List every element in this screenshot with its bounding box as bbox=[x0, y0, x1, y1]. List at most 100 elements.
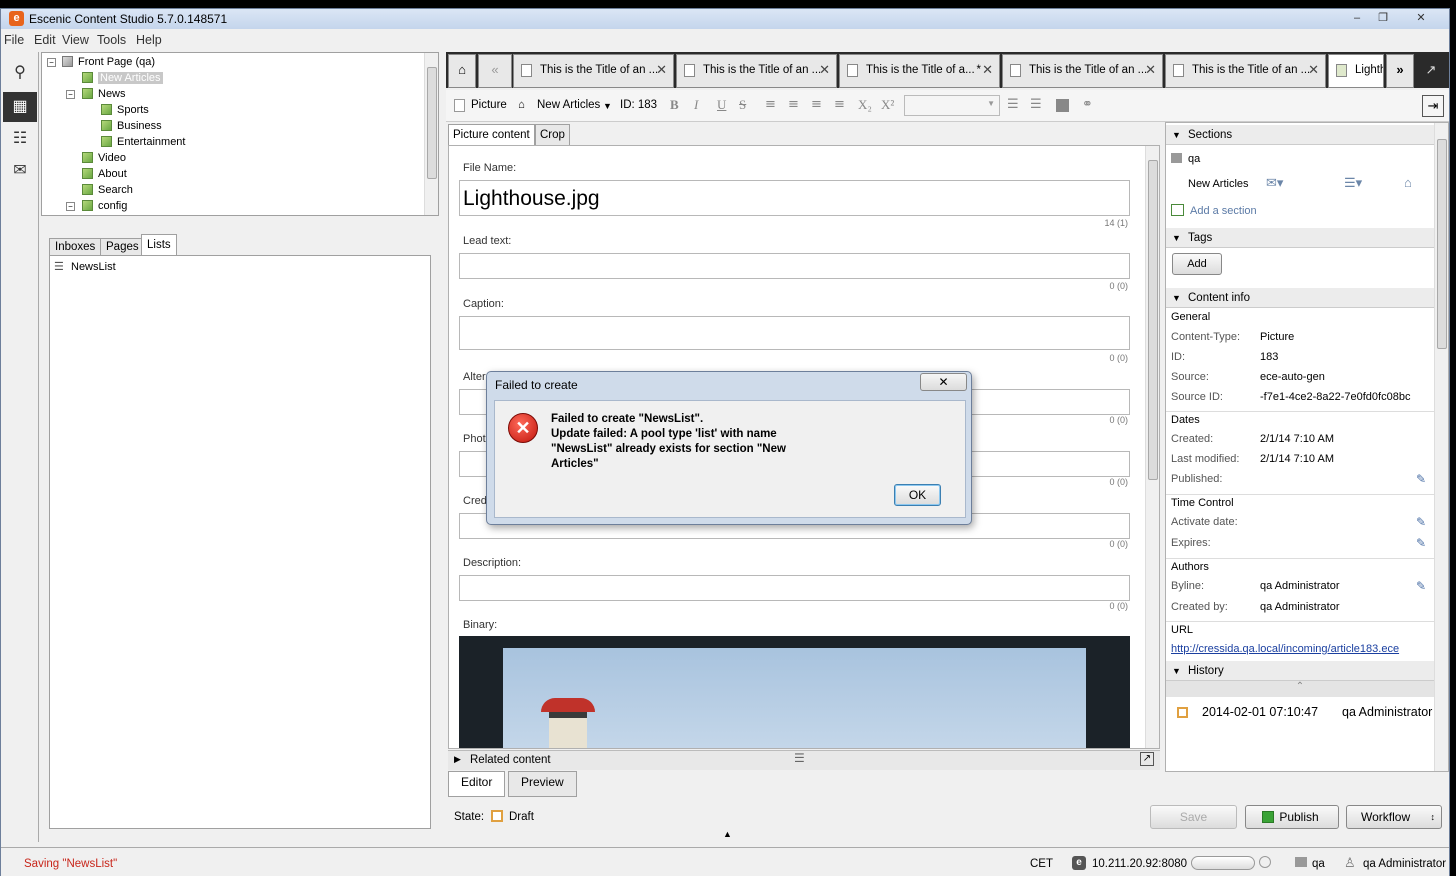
popout-icon[interactable]: ↗ bbox=[1140, 752, 1154, 766]
save-button[interactable]: Save bbox=[1150, 805, 1237, 829]
related-content-bar[interactable]: ▶ Related content ☰ ↗ bbox=[448, 750, 1160, 770]
close-tab-icon[interactable]: ✕ bbox=[656, 55, 667, 85]
document-tab[interactable]: This is the Title of an ... ✕ bbox=[1002, 54, 1163, 88]
collapse-panel-icon[interactable]: ⇥ bbox=[1422, 95, 1444, 117]
link-icon[interactable]: ⚭ bbox=[1082, 97, 1093, 112]
scroll-thumb[interactable] bbox=[1437, 139, 1447, 349]
close-tab-icon[interactable]: ✕ bbox=[819, 55, 830, 85]
mail-dropdown-icon[interactable]: ✉▾ bbox=[1266, 175, 1283, 191]
underline-button[interactable]: U bbox=[717, 97, 726, 113]
description-field[interactable] bbox=[459, 575, 1130, 601]
publish-button[interactable]: Publish bbox=[1245, 805, 1339, 829]
align-left-icon[interactable]: ≡ bbox=[765, 97, 776, 112]
sidebar-scrollbar[interactable] bbox=[1434, 123, 1448, 771]
subscript-button[interactable]: X₂ bbox=[858, 97, 872, 113]
tree-item-sports[interactable]: Sports bbox=[101, 103, 149, 117]
more-tabs-icon[interactable]: » bbox=[1386, 54, 1414, 88]
tree-item-config[interactable]: config bbox=[82, 199, 127, 213]
home-section-icon[interactable]: ⌂ bbox=[1404, 175, 1412, 190]
justify-icon[interactable]: ≡ bbox=[834, 97, 845, 112]
list-dropdown-icon[interactable]: ☰▾ bbox=[1344, 175, 1362, 191]
close-window-button[interactable]: ✕ bbox=[1409, 10, 1433, 26]
expand-up-icon[interactable]: ▲ bbox=[723, 829, 732, 839]
dialog-close-button[interactable]: ✕ bbox=[920, 373, 967, 391]
sections-header[interactable]: ▼ Sections bbox=[1166, 125, 1434, 145]
fullscreen-icon[interactable]: ↗ bbox=[1416, 54, 1446, 88]
collapse-toggle[interactable]: − bbox=[66, 90, 75, 99]
structure-icon[interactable]: ▦ bbox=[3, 92, 37, 122]
bold-button[interactable]: B bbox=[670, 97, 679, 113]
document-tab-active[interactable]: Lighth bbox=[1328, 54, 1384, 88]
section-name[interactable]: New Articles bbox=[1188, 178, 1249, 190]
menu-tools[interactable]: Tools bbox=[97, 33, 126, 47]
insert-block-icon[interactable] bbox=[1056, 99, 1069, 112]
caption-field[interactable] bbox=[459, 316, 1130, 350]
form-scrollbar[interactable] bbox=[1145, 146, 1159, 748]
document-tab[interactable]: This is the Title of an ... ✕ bbox=[513, 54, 674, 88]
tab-editor[interactable]: Editor bbox=[448, 771, 506, 797]
close-tab-icon[interactable]: ✕ bbox=[1308, 55, 1319, 85]
tab-crop[interactable]: Crop bbox=[535, 124, 570, 146]
tab-pages[interactable]: Pages bbox=[100, 238, 145, 256]
collapse-toggle[interactable]: − bbox=[66, 202, 75, 211]
chevron-down-icon[interactable]: ▼ bbox=[603, 101, 612, 111]
tree-scrollbar[interactable] bbox=[424, 53, 438, 215]
workflow-button[interactable]: Workflow ↕ bbox=[1346, 805, 1442, 829]
edit-pencil-icon[interactable]: ✎ bbox=[1416, 536, 1426, 550]
close-tab-icon[interactable]: ✕ bbox=[982, 55, 993, 85]
tree-item-search[interactable]: Search bbox=[82, 183, 133, 197]
tree-item-new-articles[interactable]: New Articles bbox=[82, 71, 163, 85]
edit-pencil-icon[interactable]: ✎ bbox=[1416, 579, 1426, 593]
minimize-button[interactable]: – bbox=[1345, 10, 1369, 26]
drag-handle-icon[interactable]: ☰ bbox=[794, 751, 805, 765]
scroll-up-icon[interactable]: ⌃ bbox=[1166, 681, 1434, 697]
bullet-list-icon[interactable]: ☰ bbox=[1007, 97, 1019, 112]
tree-item-entertainment[interactable]: Entertainment bbox=[101, 135, 185, 149]
list-item[interactable]: ☰ NewsList bbox=[54, 260, 116, 274]
home-section-dropdown[interactable]: New Articles bbox=[537, 99, 600, 111]
maximize-button[interactable]: ❐ bbox=[1371, 10, 1395, 26]
clipboard-icon[interactable]: ☷ bbox=[3, 124, 37, 154]
mail-icon[interactable]: ✉ bbox=[3, 156, 37, 186]
align-right-icon[interactable]: ≡ bbox=[811, 97, 822, 112]
align-center-icon[interactable]: ≡ bbox=[788, 97, 799, 112]
scroll-tabs-left-icon[interactable]: « bbox=[478, 54, 512, 88]
history-header[interactable]: ▼ History bbox=[1166, 661, 1434, 681]
document-tab[interactable]: This is the Title of a... * ✕ bbox=[839, 54, 1000, 88]
menu-help[interactable]: Help bbox=[136, 33, 162, 47]
tab-inboxes[interactable]: Inboxes bbox=[49, 238, 102, 256]
scroll-thumb[interactable] bbox=[1148, 160, 1158, 480]
menu-view[interactable]: View bbox=[62, 33, 89, 47]
tree-root[interactable]: Front Page (qa) bbox=[62, 55, 155, 69]
tree-item-about[interactable]: About bbox=[82, 167, 127, 181]
lead-text-field[interactable] bbox=[459, 253, 1130, 279]
ok-button[interactable]: OK bbox=[894, 484, 941, 506]
italic-button[interactable]: I bbox=[694, 97, 698, 113]
tab-picture-content[interactable]: Picture content bbox=[448, 124, 535, 146]
document-tab[interactable]: This is the Title of an ... ✕ bbox=[676, 54, 837, 88]
collapse-toggle[interactable]: − bbox=[47, 58, 56, 67]
binary-preview[interactable] bbox=[459, 636, 1130, 748]
tab-preview[interactable]: Preview bbox=[508, 771, 577, 797]
content-info-header[interactable]: ▼ Content info bbox=[1166, 288, 1434, 308]
close-tab-icon[interactable]: ✕ bbox=[1145, 55, 1156, 85]
tags-header[interactable]: ▼ Tags bbox=[1166, 228, 1434, 248]
search-icon[interactable]: ⚲ bbox=[3, 58, 37, 88]
add-section-link[interactable]: Add a section bbox=[1171, 204, 1257, 217]
numbered-list-icon[interactable]: ☰ bbox=[1030, 97, 1042, 112]
tab-lists[interactable]: Lists bbox=[141, 234, 177, 256]
file-name-field[interactable]: Lighthouse.jpg bbox=[459, 180, 1130, 216]
tree-item-video[interactable]: Video bbox=[82, 151, 126, 165]
tree-item-news[interactable]: News bbox=[82, 87, 126, 101]
edit-pencil-icon[interactable]: ✎ bbox=[1416, 515, 1426, 529]
superscript-button[interactable]: X² bbox=[881, 97, 894, 113]
add-tag-button[interactable]: Add bbox=[1172, 253, 1222, 275]
menu-edit[interactable]: Edit bbox=[34, 33, 56, 47]
menu-file[interactable]: File bbox=[4, 33, 24, 47]
home-icon[interactable]: ⌂ bbox=[448, 54, 476, 88]
style-select[interactable]: ▼ bbox=[904, 95, 1000, 116]
tree-item-business[interactable]: Business bbox=[101, 119, 162, 133]
scroll-thumb[interactable] bbox=[427, 67, 437, 179]
strikethrough-button[interactable]: S bbox=[739, 97, 746, 113]
document-tab[interactable]: This is the Title of an ... ✕ bbox=[1165, 54, 1326, 88]
